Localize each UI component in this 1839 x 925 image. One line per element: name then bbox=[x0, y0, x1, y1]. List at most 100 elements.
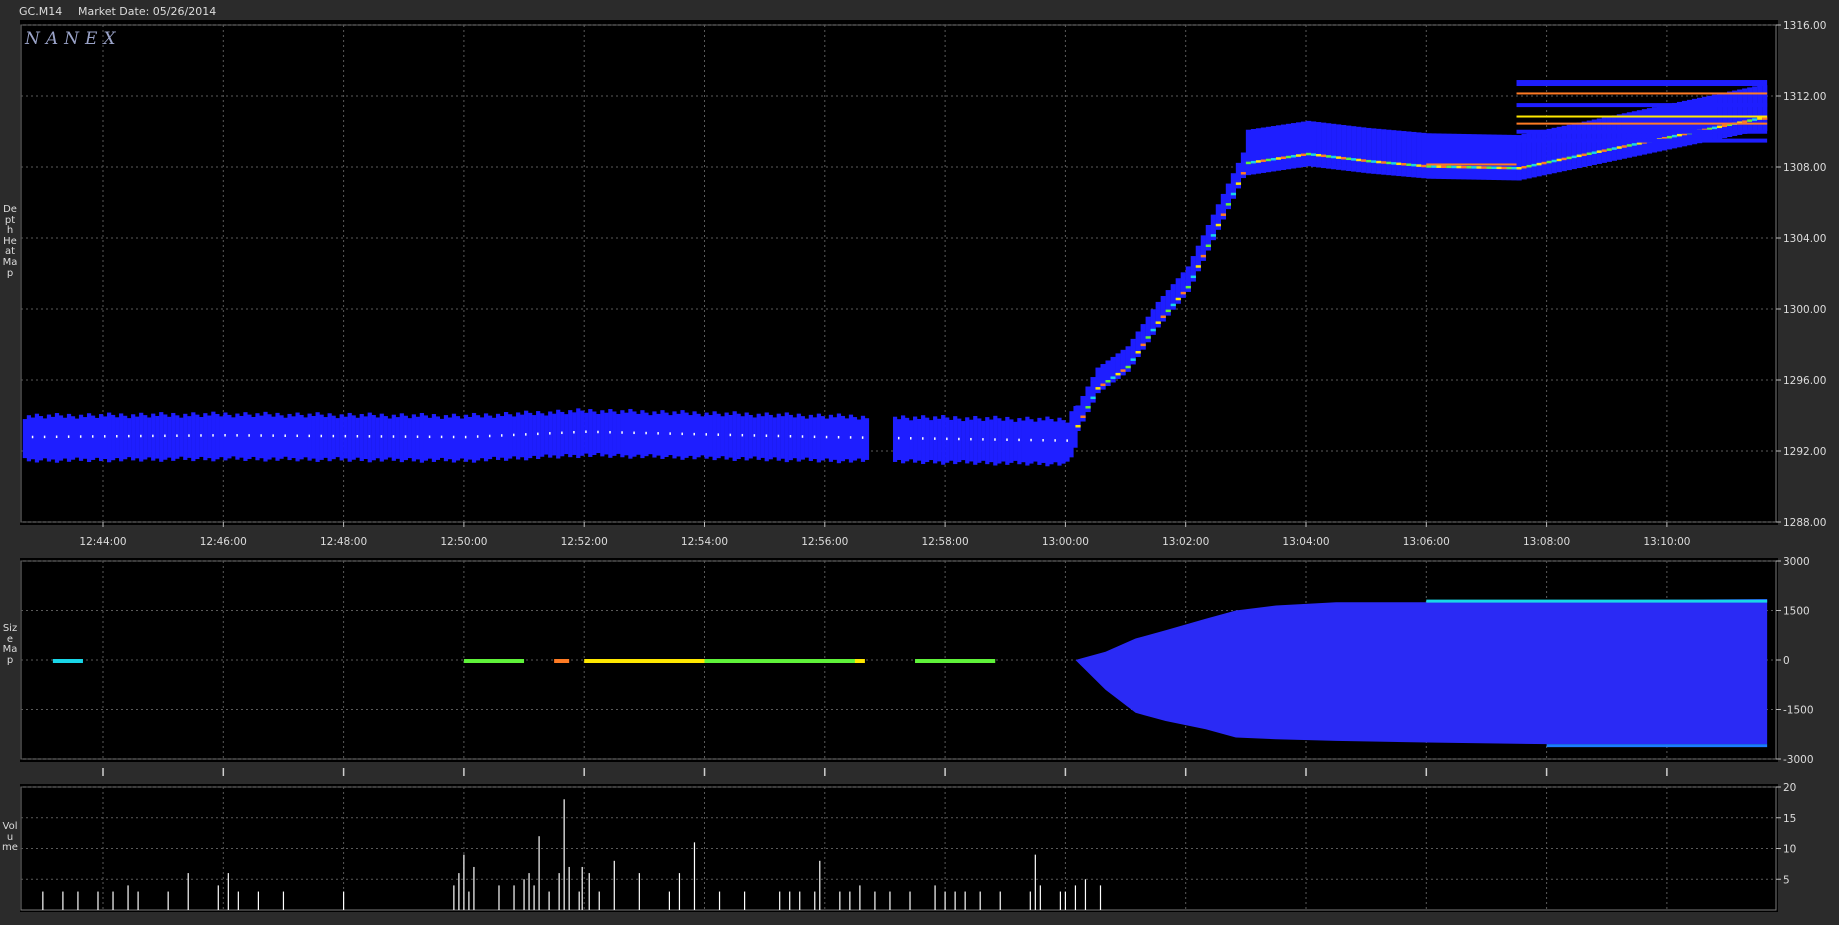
depth-level-highlight bbox=[1742, 120, 1748, 123]
depth-liquidity-column bbox=[271, 416, 276, 458]
depth-level-highlight bbox=[1356, 158, 1362, 162]
depth-liquidity-column bbox=[287, 413, 292, 461]
depth-liquidity-column bbox=[973, 415, 978, 465]
depth-liquidity-column bbox=[447, 417, 453, 460]
depth-liquidity-column bbox=[580, 410, 585, 456]
depth-level-highlight bbox=[1255, 160, 1262, 163]
depth-liquidity-column bbox=[1581, 121, 1587, 168]
depth-trade-marker bbox=[224, 434, 226, 437]
depth-liquidity-column bbox=[840, 415, 846, 462]
depth-liquidity-column bbox=[1496, 134, 1502, 181]
depth-liquidity-column bbox=[291, 416, 296, 459]
depth-liquidity-column bbox=[632, 411, 637, 457]
depth-level-highlight bbox=[1486, 166, 1492, 169]
depth-liquidity-column bbox=[1336, 124, 1342, 170]
depth-trade-marker bbox=[368, 435, 371, 438]
depth-liquidity-column bbox=[1416, 132, 1422, 178]
depth-level-highlight bbox=[1496, 166, 1502, 170]
depth-level-highlight bbox=[1110, 376, 1116, 379]
depth-trade-marker bbox=[861, 436, 864, 439]
depth-level-highlight bbox=[1366, 159, 1372, 163]
depth-liquidity-column bbox=[989, 419, 994, 463]
depth-trade-marker bbox=[609, 431, 611, 434]
depth-liquidity-column bbox=[335, 418, 340, 458]
depth-liquidity-column bbox=[905, 417, 910, 462]
depth-liquidity-column bbox=[760, 416, 765, 458]
depth-liquidity-column bbox=[684, 412, 689, 458]
depth-liquidity-column bbox=[1626, 112, 1632, 158]
depth-liquidity-column bbox=[1536, 130, 1542, 177]
depth-liquidity-column bbox=[195, 414, 200, 460]
depth-liquidity-column bbox=[411, 414, 416, 462]
depth-level-highlight bbox=[1285, 155, 1292, 159]
depth-trade-marker bbox=[356, 435, 359, 438]
depth-level-highlight bbox=[1396, 162, 1402, 166]
depth-trade-marker bbox=[994, 438, 996, 441]
depth-liquidity-column bbox=[155, 415, 160, 459]
depth-liquidity-column bbox=[1707, 95, 1713, 142]
depth-liquidity-column bbox=[985, 417, 990, 465]
depth-liquidity-column bbox=[664, 412, 669, 458]
depth-level-highlight bbox=[1295, 154, 1302, 157]
depth-trade-marker bbox=[849, 436, 852, 439]
depth-level-highlight bbox=[1260, 159, 1267, 162]
depth-level-highlight bbox=[1526, 164, 1532, 168]
depth-level-highlight bbox=[1195, 265, 1201, 268]
depth-level-highlight bbox=[1596, 150, 1602, 153]
depth-liquidity-column bbox=[467, 416, 473, 460]
depth-liquidity-column bbox=[131, 414, 136, 461]
depth-liquidity-column bbox=[387, 418, 392, 458]
size-map-lower-edge bbox=[1546, 744, 1768, 748]
depth-level-highlight bbox=[1762, 117, 1768, 120]
depth-trade-marker bbox=[633, 431, 635, 435]
depth-level-highlight bbox=[1421, 164, 1427, 168]
depth-level-highlight bbox=[1215, 223, 1221, 227]
depth-level-highlight bbox=[1210, 234, 1216, 237]
size-map-upper-edge bbox=[1426, 599, 1768, 603]
depth-liquidity-column bbox=[668, 415, 673, 456]
depth-liquidity-column bbox=[1270, 126, 1277, 172]
depth-liquidity-column bbox=[1361, 127, 1367, 173]
depth-level-highlight bbox=[1205, 244, 1211, 248]
depth-liquidity-column bbox=[42, 418, 48, 459]
depth-level-highlight bbox=[1245, 161, 1252, 165]
depth-liquidity-column bbox=[520, 414, 525, 458]
depth-liquidity-column bbox=[740, 416, 745, 458]
depth-trade-marker bbox=[1018, 438, 1020, 442]
depth-liquidity-column bbox=[660, 410, 665, 459]
depth-liquidity-column bbox=[219, 416, 224, 458]
depth-liquidity-column bbox=[147, 417, 152, 458]
depth-liquidity-column bbox=[1491, 134, 1497, 180]
depth-level-highlight bbox=[1747, 119, 1753, 122]
depth-liquidity-column bbox=[560, 411, 565, 457]
depth-level-highlight bbox=[1351, 158, 1357, 161]
depth-trade-marker bbox=[597, 430, 599, 434]
depth-liquidity-column bbox=[945, 417, 950, 463]
depth-liquidity-column bbox=[1656, 106, 1663, 152]
depth-liquidity-column bbox=[279, 415, 284, 459]
depth-level-highlight bbox=[1300, 153, 1307, 157]
depth-liquidity-column bbox=[1001, 420, 1006, 462]
depth-liquidity-column bbox=[504, 412, 509, 461]
depth-liquidity-column bbox=[1576, 122, 1582, 169]
depth-liquidity-column bbox=[1069, 411, 1074, 458]
depth-trade-marker bbox=[476, 435, 479, 438]
depth-liquidity-column bbox=[207, 415, 212, 459]
depth-resting-order-band bbox=[1516, 122, 1768, 125]
depth-liquidity-column bbox=[1356, 126, 1362, 173]
x-tick-label: 12:56:00 bbox=[801, 536, 848, 548]
depth-liquidity-column bbox=[929, 420, 934, 461]
depth-level-highlight bbox=[1391, 162, 1397, 165]
depth-trade-marker bbox=[910, 437, 912, 440]
depth-liquidity-column bbox=[648, 415, 653, 455]
depth-liquidity-column bbox=[804, 418, 809, 458]
depth-resting-order-band bbox=[1516, 115, 1768, 118]
depth-liquidity-column bbox=[1621, 113, 1627, 159]
depth-y-tick-label: 1296.00 bbox=[1783, 375, 1826, 387]
depth-liquidity-column bbox=[163, 414, 168, 460]
depth-resting-order-band bbox=[1516, 138, 1768, 143]
volume-panel: 20 15 10 5 bbox=[20, 782, 1796, 911]
depth-liquidity-column bbox=[913, 416, 918, 463]
depth-liquidity-column bbox=[953, 416, 958, 465]
depth-liquidity-column bbox=[1017, 418, 1022, 465]
